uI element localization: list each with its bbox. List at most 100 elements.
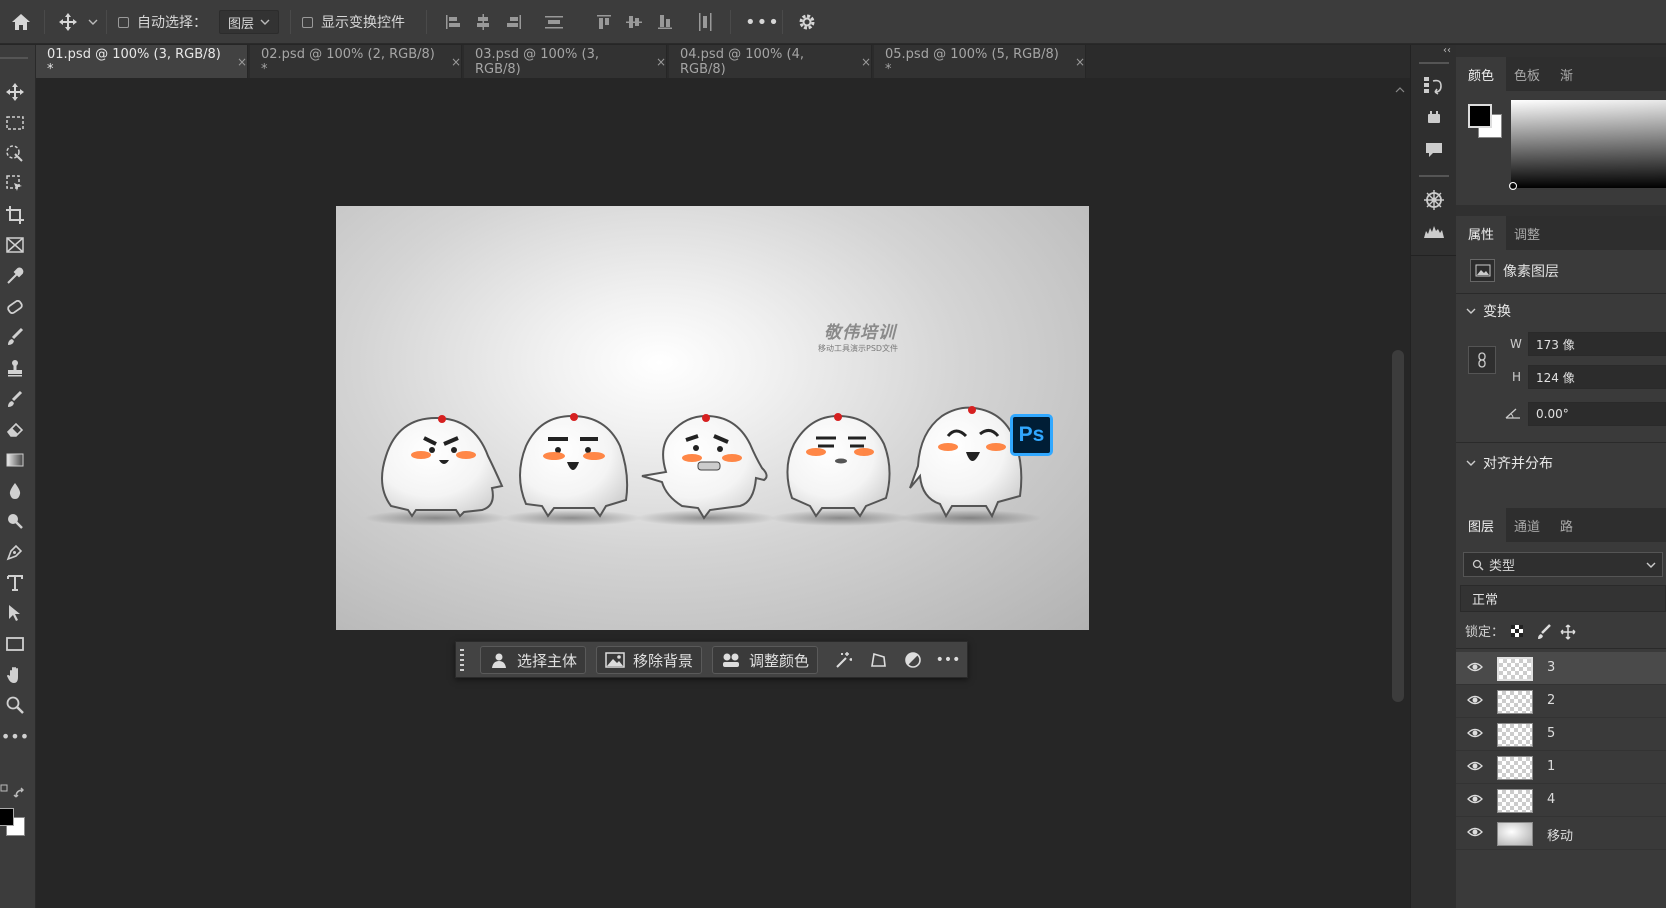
layer-filter-dropdown[interactable]: 类型 bbox=[1463, 552, 1663, 577]
tab-gradients[interactable]: 渐 bbox=[1548, 57, 1585, 91]
distribute-vertical-icon[interactable] bbox=[544, 0, 564, 44]
lock-image-pixels-icon[interactable] bbox=[1536, 624, 1552, 644]
eraser-tool-icon[interactable] bbox=[0, 415, 30, 443]
move-preset-chevron-down-icon[interactable] bbox=[88, 0, 98, 44]
align-horizontal-centers-icon[interactable] bbox=[474, 0, 492, 44]
magic-wand-icon[interactable] bbox=[833, 650, 853, 670]
scroll-up-icon[interactable] bbox=[1395, 86, 1405, 94]
more-options-icon[interactable]: ••• bbox=[936, 650, 961, 670]
tab-swatches[interactable]: 色板 bbox=[1502, 57, 1552, 91]
color-picker-cursor[interactable] bbox=[1509, 182, 1517, 190]
close-icon[interactable]: × bbox=[451, 55, 461, 69]
default-colors-icon[interactable] bbox=[0, 783, 10, 798]
visibility-eye-icon[interactable] bbox=[1467, 760, 1483, 772]
histogram-panel-icon[interactable] bbox=[1423, 223, 1445, 243]
transform-icon[interactable] bbox=[868, 650, 888, 670]
align-distribute-section-header[interactable]: 对齐并分布 bbox=[1466, 453, 1553, 473]
height-field[interactable]: 124 像 bbox=[1528, 365, 1666, 389]
visibility-eye-icon[interactable] bbox=[1467, 661, 1483, 673]
distribute-horizontal-icon[interactable] bbox=[696, 0, 714, 44]
tab-channels[interactable]: 通道 bbox=[1502, 508, 1552, 542]
close-icon[interactable]: × bbox=[1075, 55, 1085, 69]
layer-row[interactable]: 4 bbox=[1456, 784, 1666, 817]
close-icon[interactable]: × bbox=[656, 55, 666, 69]
foreground-color-swatch[interactable] bbox=[0, 808, 14, 826]
tab-03-psd[interactable]: 03.psd @ 100% (3, RGB/8) × bbox=[464, 45, 667, 78]
show-transform-checkbox[interactable] bbox=[302, 0, 313, 44]
tab-adjustments[interactable]: 调整 bbox=[1502, 216, 1552, 250]
adjust-color-button[interactable]: 调整颜色 bbox=[712, 646, 819, 674]
crop-tool-icon[interactable] bbox=[0, 201, 30, 229]
comments-panel-icon[interactable] bbox=[1424, 141, 1444, 163]
visibility-eye-icon[interactable] bbox=[1467, 793, 1483, 805]
tab-01-psd[interactable]: 01.psd @ 100% (3, RGB/8) * × bbox=[36, 45, 248, 78]
foreground-color-swatch[interactable] bbox=[1468, 104, 1492, 128]
width-field[interactable]: 173 像 bbox=[1528, 332, 1666, 356]
swap-colors-icon[interactable] bbox=[13, 787, 27, 805]
tab-02-psd[interactable]: 02.psd @ 100% (2, RGB/8) * × bbox=[250, 45, 462, 78]
strip-grip[interactable] bbox=[1419, 175, 1449, 177]
layer-name[interactable]: 5 bbox=[1547, 726, 1555, 741]
vertical-scrollbar[interactable] bbox=[1390, 78, 1410, 908]
select-subject-button[interactable]: 选择主体 bbox=[480, 646, 587, 674]
link-icon[interactable] bbox=[1468, 346, 1496, 374]
type-tool-icon[interactable] bbox=[0, 569, 30, 597]
close-icon[interactable]: × bbox=[861, 55, 871, 69]
layer-row[interactable]: 1 bbox=[1456, 751, 1666, 784]
pen-tool-icon[interactable] bbox=[0, 538, 30, 566]
marquee-tool-icon[interactable] bbox=[0, 109, 30, 137]
layer-name[interactable]: 2 bbox=[1547, 693, 1555, 708]
visibility-eye-icon[interactable] bbox=[1467, 826, 1483, 838]
path-selection-tool-icon[interactable] bbox=[0, 599, 30, 627]
grip-icon[interactable] bbox=[459, 647, 465, 673]
align-right-edges-icon[interactable] bbox=[505, 0, 523, 44]
layer-name[interactable]: 移动 bbox=[1547, 825, 1573, 844]
edit-toolbar-more-icon[interactable]: ••• bbox=[0, 722, 30, 750]
align-vertical-centers-icon[interactable] bbox=[625, 0, 643, 44]
layer-name[interactable]: 4 bbox=[1547, 792, 1555, 807]
layer-name[interactable]: 3 bbox=[1547, 660, 1555, 675]
align-left-edges-icon[interactable] bbox=[444, 0, 462, 44]
align-top-edges-icon[interactable] bbox=[595, 0, 613, 44]
document-canvas[interactable]: 敬伟培训 移动工具演示PSD文件 Ps bbox=[336, 206, 1089, 630]
blend-mode-dropdown[interactable]: 正常 bbox=[1460, 585, 1666, 612]
tab-paths[interactable]: 路 bbox=[1548, 508, 1585, 542]
transform-section-header[interactable]: 变换 bbox=[1466, 301, 1511, 321]
remove-background-button[interactable]: 移除背景 bbox=[596, 646, 703, 674]
clone-stamp-tool-icon[interactable] bbox=[0, 354, 30, 382]
auto-select-checkbox[interactable] bbox=[118, 0, 129, 44]
tab-layers[interactable]: 图层 bbox=[1456, 508, 1507, 542]
visibility-eye-icon[interactable] bbox=[1467, 694, 1483, 706]
frame-tool-icon[interactable] bbox=[0, 231, 30, 259]
healing-brush-tool-icon[interactable] bbox=[0, 293, 30, 321]
layer-name[interactable]: 1 bbox=[1547, 759, 1555, 774]
tab-04-psd[interactable]: 04.psd @ 100% (4, RGB/8) × bbox=[669, 45, 872, 78]
history-brush-tool-icon[interactable] bbox=[0, 385, 30, 413]
tab-color[interactable]: 颜色 bbox=[1456, 57, 1507, 91]
layer-row[interactable]: 3 bbox=[1456, 652, 1666, 685]
scrollbar-thumb[interactable] bbox=[1392, 350, 1404, 702]
lock-position-icon[interactable] bbox=[1560, 624, 1576, 644]
history-panel-icon[interactable] bbox=[1423, 75, 1445, 99]
home-icon[interactable] bbox=[8, 0, 34, 44]
eyedropper-tool-icon[interactable] bbox=[0, 262, 30, 290]
lock-transparent-pixels-icon[interactable] bbox=[1510, 624, 1524, 642]
tools-grip[interactable] bbox=[0, 57, 28, 59]
strip-grip[interactable] bbox=[1419, 62, 1449, 64]
quick-selection-tool-icon[interactable] bbox=[0, 170, 30, 198]
more-options-icon[interactable]: ••• bbox=[745, 0, 780, 44]
dodge-tool-icon[interactable] bbox=[0, 507, 30, 535]
move-tool-icon[interactable] bbox=[0, 78, 30, 106]
move-tool-icon[interactable] bbox=[58, 0, 78, 44]
tab-properties[interactable]: 属性 bbox=[1456, 216, 1507, 250]
rectangle-tool-icon[interactable] bbox=[0, 630, 30, 658]
gradient-tool-icon[interactable] bbox=[0, 446, 30, 474]
plugin-panel-icon[interactable] bbox=[1426, 110, 1442, 128]
hand-tool-icon[interactable] bbox=[0, 661, 30, 689]
brush-tool-icon[interactable] bbox=[0, 323, 30, 351]
auto-select-target-dropdown[interactable]: 图层 bbox=[219, 0, 279, 44]
layer-row[interactable]: 5 bbox=[1456, 718, 1666, 751]
color-picker-field[interactable] bbox=[1511, 100, 1666, 188]
gear-icon[interactable] bbox=[797, 0, 817, 44]
visibility-eye-icon[interactable] bbox=[1467, 727, 1483, 739]
